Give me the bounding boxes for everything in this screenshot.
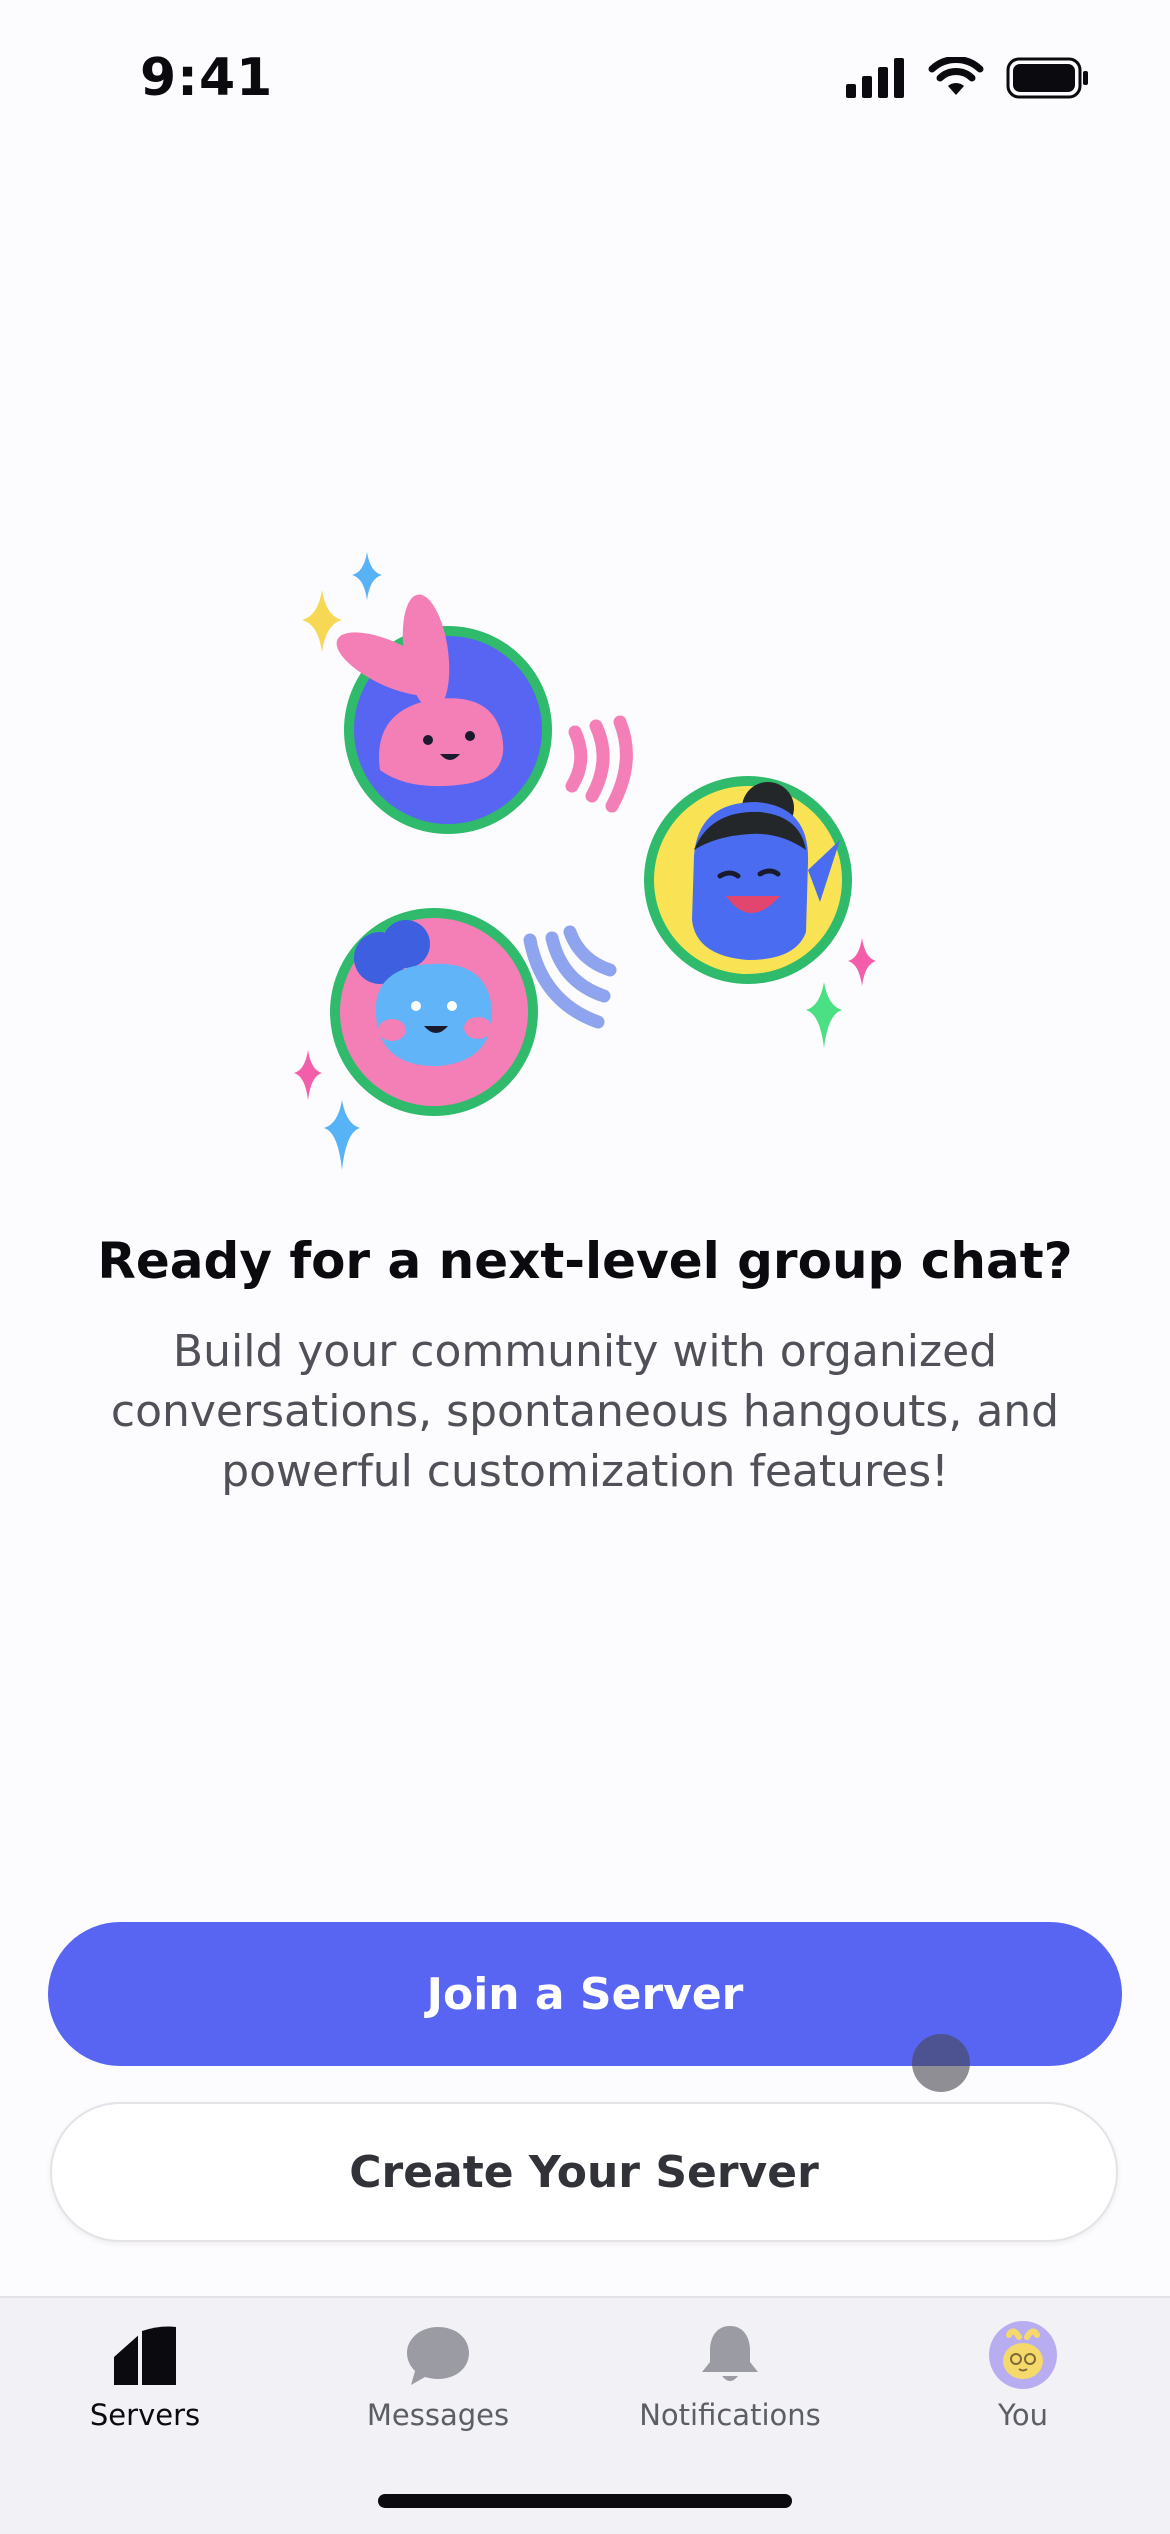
empty-state-subtitle: Build your community with organized conv…: [110, 1326, 1060, 1497]
create-server-button[interactable]: Create Your Server: [50, 2102, 1118, 2242]
sparkle-blue-bottom: [324, 1100, 360, 1170]
group-chat-illustration: [294, 552, 876, 1170]
tab-servers[interactable]: Servers: [35, 2320, 255, 2450]
empty-state-headline: Ready for a next-level group chat?: [97, 1232, 1073, 1290]
bell-icon: [695, 2320, 765, 2390]
sparkle-pink-left: [294, 1050, 322, 1100]
chat-bubble-icon: [403, 2320, 473, 2390]
avatar: [988, 2320, 1058, 2390]
tab-messages-label: Messages: [366, 2398, 510, 2432]
servers-icon: [110, 2320, 180, 2390]
tab-you-label: You: [998, 2398, 1048, 2432]
cellular-signal-icon: [846, 58, 904, 98]
sparkle-pink-right: [848, 938, 876, 986]
status-time: 9:41: [140, 48, 274, 108]
tab-you[interactable]: You: [913, 2320, 1133, 2450]
tab-notifications-label: Notifications: [639, 2398, 821, 2432]
wifi-icon: [928, 57, 984, 95]
sparkle-green: [806, 982, 842, 1048]
sparkle-yellow: [302, 590, 342, 652]
touch-indicator: [912, 2034, 970, 2092]
battery-icon: [1006, 57, 1088, 99]
status-bar: 9:41: [0, 0, 1170, 150]
sparkle-blue-top: [352, 552, 382, 600]
tab-notifications[interactable]: Notifications: [620, 2320, 840, 2450]
tab-servers-label: Servers: [89, 2398, 201, 2432]
status-icons: [846, 56, 1090, 100]
home-indicator: [378, 2494, 792, 2508]
tab-messages[interactable]: Messages: [328, 2320, 548, 2450]
